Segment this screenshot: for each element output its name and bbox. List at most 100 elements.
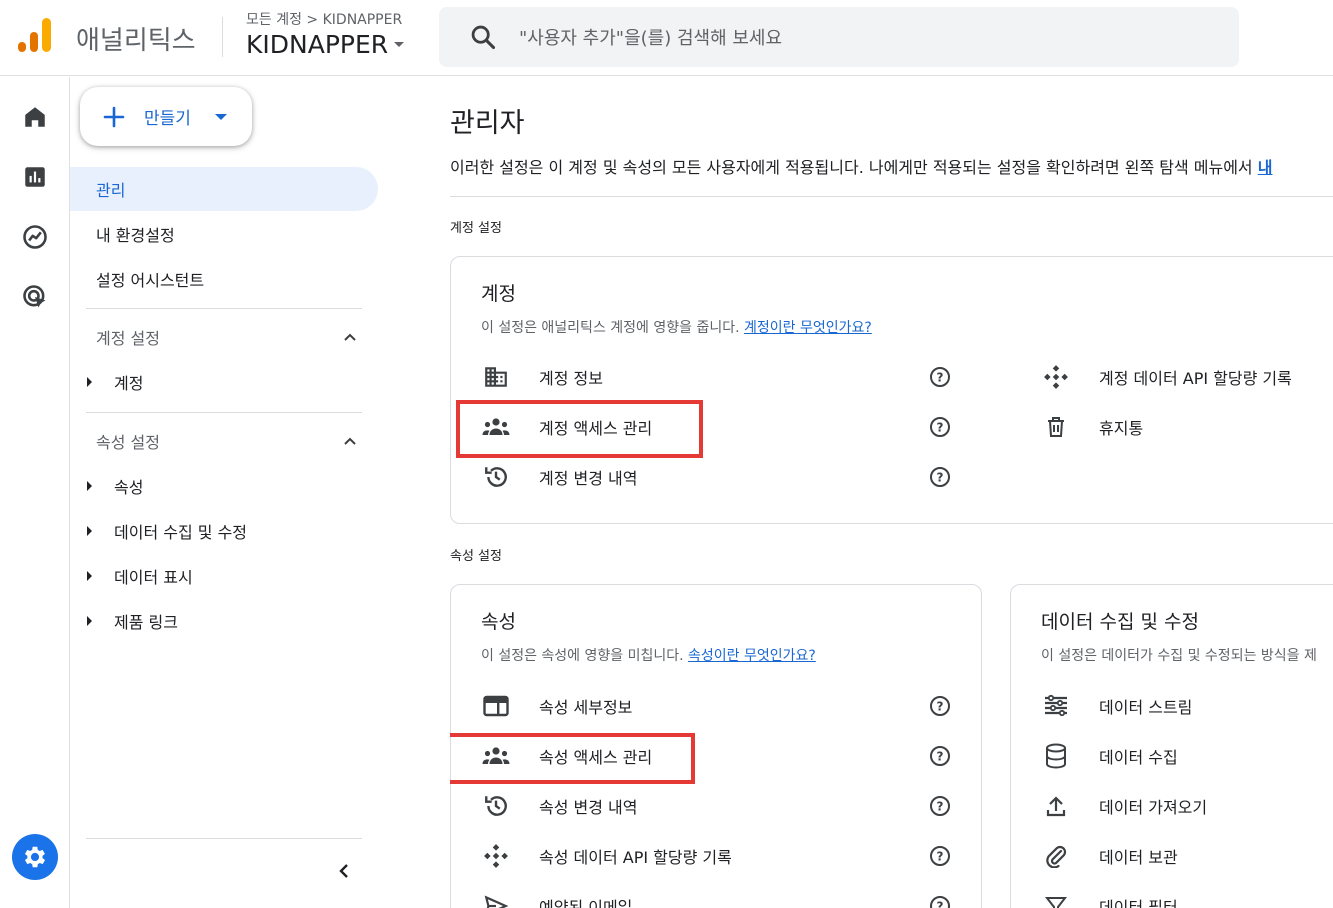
chevron-left-icon [339, 864, 348, 878]
row-label: 속성 데이터 API 할당량 기록 [539, 848, 732, 867]
help-icon[interactable]: ? [929, 366, 951, 388]
trash-row[interactable]: 휴지통 [1041, 407, 1143, 447]
expand-arrow-icon [87, 481, 92, 491]
property-change-history-row[interactable]: 속성 변경 내역 [481, 786, 638, 826]
nav-rail [0, 77, 70, 908]
explore-icon [23, 225, 47, 249]
what-is-property-link[interactable]: 속성이란 무엇인가요? [688, 648, 816, 664]
expand-arrow-icon [87, 571, 92, 581]
nav-item-data-collection[interactable]: 데이터 수집 및 수정 [70, 511, 247, 551]
data-import-row[interactable]: 데이터 가져오기 [1041, 786, 1207, 826]
row-label: 계정 액세스 관리 [539, 419, 653, 438]
chevron-up-icon [344, 333, 356, 341]
account-settings-label: 계정 설정 [450, 221, 502, 236]
scheduled-emails-row[interactable]: 예약된 이메일 [481, 886, 632, 908]
svg-text:?: ? [937, 900, 944, 908]
svg-text:?: ? [937, 850, 944, 864]
history-icon [485, 796, 507, 816]
nav-item-label: 관리 [96, 181, 126, 200]
data-collection-card: 데이터 수집 및 수정 이 설정은 데이터가 수집 및 수정되는 방식을 제 데… [1010, 584, 1333, 908]
card-description-text: 이 설정은 애널리틱스 계정에 영향을 줍니다. [481, 320, 740, 336]
analytics-logo-icon[interactable] [18, 18, 52, 54]
account-settings-section[interactable]: 계정 설정 [70, 317, 370, 357]
account-card: 계정 이 설정은 애널리틱스 계정에 영향을 줍니다. 계정이란 무엇인가요? … [450, 256, 1333, 524]
admin-button[interactable] [12, 834, 58, 880]
help-icon[interactable]: ? [929, 795, 951, 817]
what-is-account-link[interactable]: 계정이란 무엇인가요? [744, 320, 872, 336]
property-details-row[interactable]: 속성 세부정보 [481, 686, 632, 726]
nav-item-admin[interactable]: 관리 [70, 167, 378, 211]
people-icon [482, 747, 510, 764]
nav-item-product-links[interactable]: 제품 링크 [70, 601, 178, 641]
app-name: 애널리틱스 [76, 26, 196, 56]
page-description: 이러한 설정은 이 계정 및 속성의 모든 사용자에게 적용됩니다. 나에게만 … [450, 154, 1273, 178]
database-icon [1046, 743, 1066, 769]
breadcrumb[interactable]: 모든 계정 > KIDNAPPER [246, 9, 402, 29]
account-selector[interactable]: KIDNAPPER [246, 30, 406, 59]
nav-item-property[interactable]: 속성 [70, 466, 143, 506]
data-retention-row[interactable]: 데이터 보관 [1041, 836, 1178, 876]
svg-text:?: ? [937, 371, 944, 385]
row-label: 속성 세부정보 [539, 698, 633, 717]
nav-item-label: 제품 링크 [114, 613, 178, 632]
account-api-quota-row[interactable]: 계정 데이터 API 할당량 기록 [1041, 357, 1292, 397]
svg-text:?: ? [937, 700, 944, 714]
explore-button[interactable] [17, 219, 53, 255]
property-access-management-row[interactable]: 속성 액세스 관리 [481, 736, 652, 776]
nav-item-data-display[interactable]: 데이터 표시 [70, 556, 193, 596]
description-link[interactable]: 내 [1258, 158, 1273, 177]
row-label: 데이터 보관 [1099, 848, 1178, 867]
help-icon[interactable]: ? [929, 416, 951, 438]
history-icon [485, 467, 507, 487]
section-label: 속성 설정 [96, 433, 160, 452]
account-info-row[interactable]: 계정 정보 [481, 357, 603, 397]
property-api-quota-row[interactable]: 속성 데이터 API 할당량 기록 [481, 836, 732, 876]
help-icon[interactable]: ? [929, 895, 951, 908]
api-icon [484, 844, 508, 868]
help-icon[interactable]: ? [929, 695, 951, 717]
row-label: 계정 변경 내역 [539, 469, 638, 488]
data-collection-row[interactable]: 데이터 수집 [1041, 736, 1178, 776]
row-label: 속성 변경 내역 [539, 798, 638, 817]
account-change-history-row[interactable]: 계정 변경 내역 [481, 457, 638, 497]
nav-item-account[interactable]: 계정 [70, 362, 143, 402]
card-description-text: 이 설정은 속성에 영향을 미칩니다. [481, 648, 684, 664]
reports-button[interactable] [17, 159, 53, 195]
nav-item-my-preferences[interactable]: 내 환경설정 [70, 212, 175, 256]
nav-item-label: 속성 [114, 478, 144, 497]
row-label: 데이터 수집 [1099, 748, 1178, 767]
help-icon[interactable]: ? [929, 845, 951, 867]
search-bar[interactable]: "사용자 추가"을(를) 검색해 보세요 [439, 7, 1239, 67]
create-button[interactable]: 만들기 [80, 87, 252, 146]
row-label: 속성 액세스 관리 [539, 748, 653, 767]
top-app-bar: 애널리틱스 모든 계정 > KIDNAPPER KIDNAPPER "사용자 추… [0, 0, 1333, 76]
data-filters-row[interactable]: 데이터 필터 [1041, 886, 1178, 908]
trash-icon [1048, 417, 1064, 437]
advertising-button[interactable] [17, 279, 53, 315]
property-settings-section[interactable]: 속성 설정 [70, 421, 370, 461]
svg-text:?: ? [937, 421, 944, 435]
nav-item-setup-assistant[interactable]: 설정 어시스턴트 [70, 257, 204, 301]
attachment-icon [1046, 845, 1067, 868]
row-label: 계정 정보 [539, 369, 603, 388]
header-divider [222, 17, 223, 57]
help-icon[interactable]: ? [929, 466, 951, 488]
account-name: KIDNAPPER [246, 30, 389, 59]
help-icon[interactable]: ? [929, 745, 951, 767]
people-icon [482, 418, 510, 435]
data-streams-row[interactable]: 데이터 스트림 [1041, 686, 1192, 726]
card-title: 속성 [481, 611, 516, 633]
collapse-nav-button[interactable] [332, 859, 356, 883]
search-input[interactable]: "사용자 추가"을(를) 검색해 보세요 [519, 24, 782, 50]
side-navigation: 만들기 관리 내 환경설정 설정 어시스턴트 계정 설정 계정 속성 설정 속성… [70, 77, 400, 908]
gear-icon [24, 846, 46, 868]
home-button[interactable] [17, 99, 53, 135]
account-access-management-row[interactable]: 계정 액세스 관리 [481, 407, 652, 447]
row-label: 예약된 이메일 [539, 898, 633, 908]
nav-item-label: 데이터 표시 [114, 568, 193, 587]
card-title: 데이터 수집 및 수정 [1041, 611, 1199, 633]
nav-item-label: 설정 어시스턴트 [96, 271, 205, 290]
nav-item-label: 계정 [114, 374, 144, 393]
bar-chart-icon [25, 167, 45, 187]
expand-arrow-icon [87, 526, 92, 536]
